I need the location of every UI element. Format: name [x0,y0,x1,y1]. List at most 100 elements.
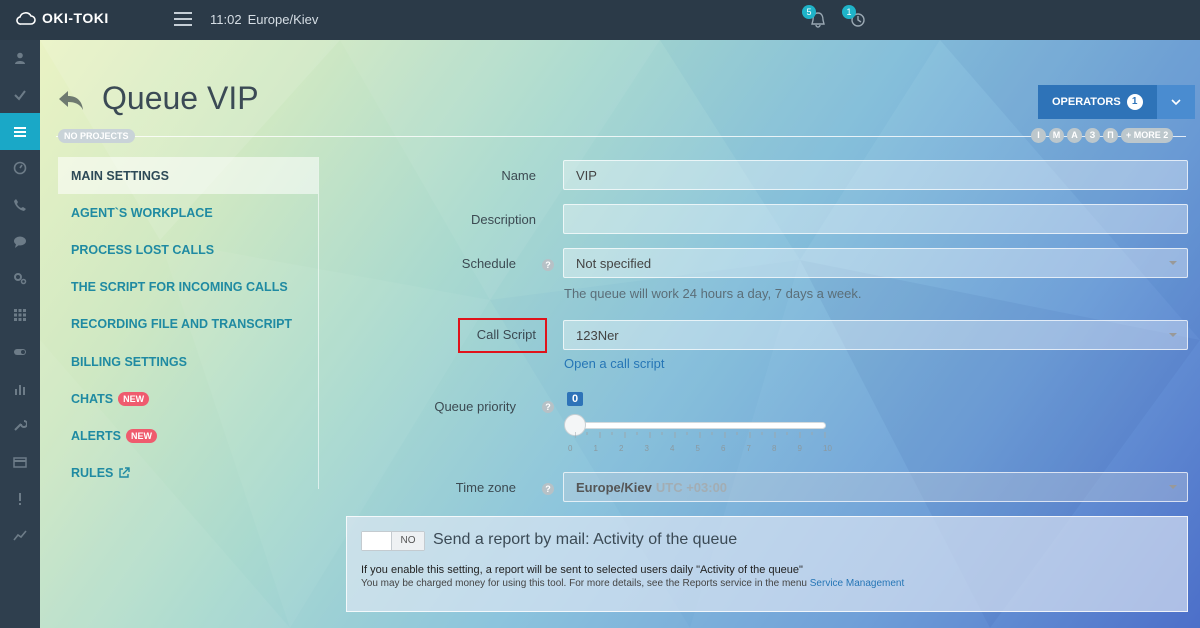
notifications-badge: 5 [802,5,816,19]
phone-icon [14,199,26,212]
check-icon [14,90,26,101]
priority-slider-ticks [575,432,826,438]
tick-label: 7 [746,444,751,453]
tick-label: 4 [670,444,675,453]
tick-label: 3 [644,444,649,453]
schedule-help-icon[interactable]: ? [542,259,554,271]
sidebar-item-alerts[interactable] [0,480,40,517]
menu-item-agents-workplace[interactable]: AGENT`S WORKPLACE [58,194,318,231]
schedule-select[interactable]: Not specified [563,248,1188,278]
card-icon [13,457,27,468]
operators-button-group: OPERATORS 1 [1038,85,1195,119]
sidebar [0,40,40,628]
settings-menu: MAIN SETTINGS AGENT`S WORKPLACE PROCESS … [58,157,319,489]
caret-down-icon [1169,485,1177,489]
operator-initial[interactable]: I [1031,128,1046,143]
call-script-select[interactable]: 123Ner [563,320,1188,350]
history-button[interactable]: 1 [842,5,868,30]
menu-item-label: BILLING SETTINGS [71,354,187,369]
operator-initial[interactable]: З [1085,128,1100,143]
notifications-button[interactable]: 5 [802,5,828,30]
grid-icon [14,309,26,322]
priority-slider-value: 0 [567,392,584,406]
menu-item-label: ALERTS [71,428,121,443]
operator-initials: I M A З П + MORE 2 [1031,128,1174,143]
operators-count: 1 [1126,94,1143,110]
page-title: Queue VIP [102,80,259,116]
operators-dropdown-toggle[interactable] [1156,85,1195,119]
sidebar-item-tools[interactable] [0,407,40,444]
report-panel: NO Send a report by mail: Activity of th… [346,516,1188,612]
sidebar-item-toggle[interactable] [0,334,40,371]
sidebar-item-billing[interactable] [0,444,40,481]
call-script-value: 123Ner [576,327,619,343]
main-content: Queue VIP OPERATORS 1 NO PROJECTS I M A … [40,40,1200,628]
sidebar-item-settings[interactable] [0,260,40,297]
operator-initial[interactable]: M [1049,128,1064,143]
menu-item-recording[interactable]: RECORDING FILE AND TRANSCRIPT [58,306,318,343]
wrench-icon [14,420,27,431]
operator-initial[interactable]: П [1103,128,1118,143]
report-toggle[interactable]: NO [361,531,425,551]
tick-label: 10 [823,444,832,453]
menu-item-label: PROCESS LOST CALLS [71,242,215,257]
tick-label: 0 [568,444,573,453]
tick-label: 8 [772,444,777,453]
sidebar-item-grid[interactable] [0,297,40,334]
menu-item-process-lost-calls[interactable]: PROCESS LOST CALLS [58,231,318,268]
highlight-box [458,318,547,353]
priority-help-icon[interactable]: ? [542,401,554,413]
menu-item-alerts[interactable]: ALERTS NEW [58,417,318,454]
menu-item-rules[interactable]: RULES [58,455,318,492]
more-operators-button[interactable]: + MORE 2 [1121,128,1174,143]
clock: 11:02 Europe/Kiev [210,12,318,27]
tick-label: 1 [593,444,598,453]
service-management-link[interactable]: Service Management [810,578,905,589]
priority-slider-track[interactable] [575,422,826,429]
menu-item-incoming-script[interactable]: THE SCRIPT FOR INCOMING CALLS [58,269,318,306]
menu-item-main-settings[interactable]: MAIN SETTINGS [58,157,318,195]
priority-tick-labels: 0 1 2 3 4 5 6 7 8 9 10 [568,444,832,453]
schedule-hint: The queue will work 24 hours a day, 7 da… [564,286,862,301]
report-charge-text: You may be charged money for using this … [361,578,807,589]
operators-button[interactable]: OPERATORS 1 [1038,85,1157,119]
sidebar-item-calls[interactable] [0,187,40,224]
queue-priority-label: Queue priority [434,399,516,414]
brand-name: OKI-TOKI [42,10,109,26]
name-input[interactable] [563,160,1188,190]
external-link-icon [119,467,131,478]
menu-item-label: THE SCRIPT FOR INCOMING CALLS [71,280,288,295]
sidebar-item-chats[interactable] [0,223,40,260]
sidebar-item-users[interactable] [0,40,40,77]
timezone-help-icon[interactable]: ? [542,483,554,495]
sidebar-item-tasks[interactable] [0,77,40,114]
sidebar-item-reports[interactable] [0,370,40,407]
chat-icon [14,236,26,248]
tick-label: 5 [695,444,700,453]
no-projects-tag[interactable]: NO PROJECTS [58,129,135,143]
menu-item-label: MAIN SETTINGS [71,168,169,183]
menu-item-chats[interactable]: CHATS NEW [58,380,318,417]
user-icon [15,53,25,65]
open-call-script-link[interactable]: Open a call script [564,356,664,371]
brand-logo[interactable]: OKI-TOKI [16,10,109,26]
menu-item-billing-settings[interactable]: BILLING SETTINGS [58,343,318,380]
operator-initial[interactable]: A [1067,128,1082,143]
menu-item-label: CHATS [71,391,114,406]
report-description: If you enable this setting, a report wil… [361,564,803,576]
time-zone-select[interactable]: Europe/Kiev UTC +03:00 [563,472,1188,502]
menu-toggle-icon[interactable] [174,12,192,26]
report-charge-note: You may be charged money for using this … [361,578,904,589]
history-badge: 1 [842,5,856,19]
sidebar-item-list[interactable] [0,113,40,151]
line-chart-icon [13,530,27,541]
description-input[interactable] [563,204,1188,234]
clock-time: 11:02 [210,12,242,27]
sidebar-item-dashboard[interactable] [0,150,40,187]
new-badge: NEW [118,391,150,406]
tick-label: 6 [721,444,726,453]
schedule-value: Not specified [576,255,652,271]
top-bar: OKI-TOKI 11:02 Europe/Kiev 5 1 [0,0,1200,40]
sidebar-item-analytics[interactable] [0,517,40,554]
back-arrow-icon[interactable] [56,88,86,112]
